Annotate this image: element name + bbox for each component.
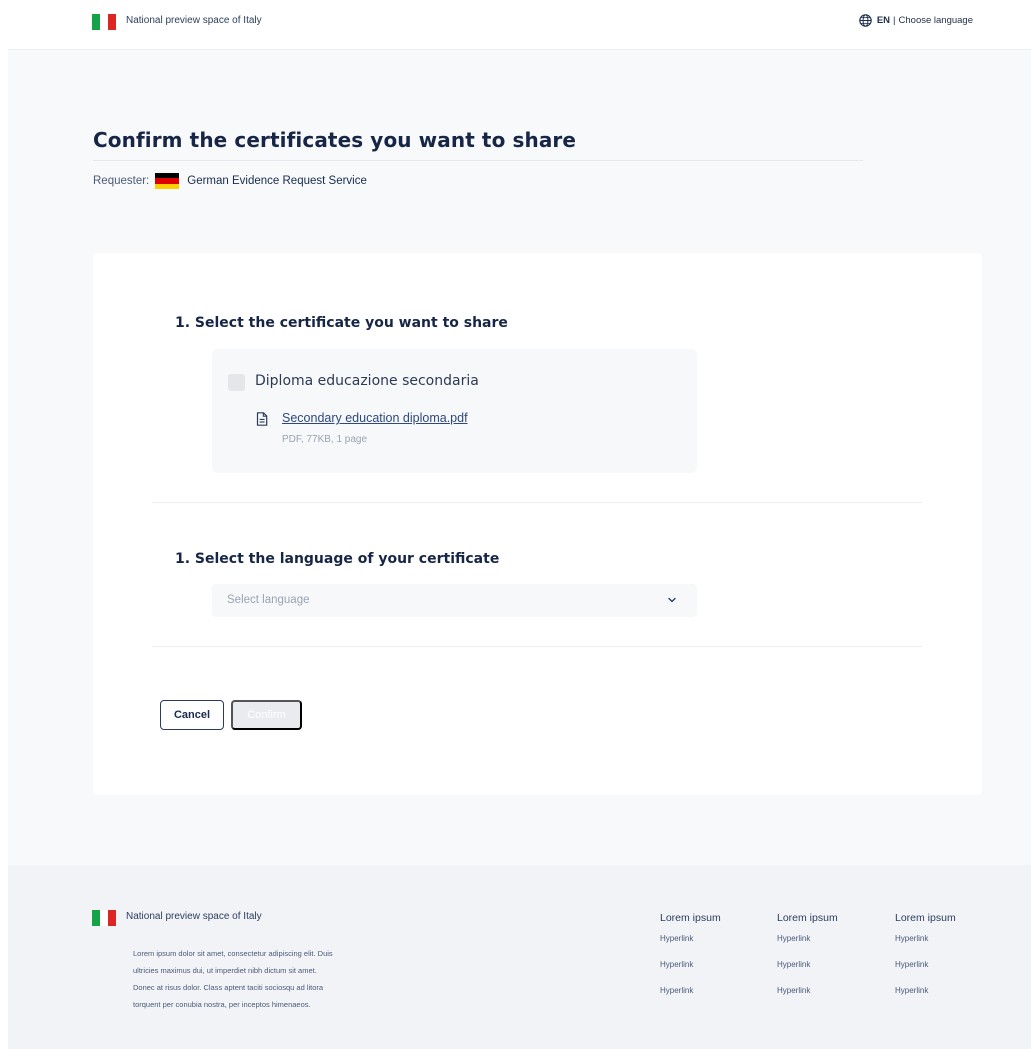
requester-info: Requester: German Evidence Request Servi…: [93, 173, 367, 189]
step1-title: 1. Select the certificate you want to sh…: [175, 315, 508, 331]
footer-link[interactable]: Hyperlink: [660, 960, 721, 986]
language-select-placeholder: Select language: [227, 594, 310, 606]
document-icon: [256, 412, 268, 426]
language-separator: |: [893, 15, 896, 26]
certificate-name: Diploma educazione secondaria: [255, 373, 479, 389]
certificate-file-meta: PDF, 77KB, 1 page: [282, 434, 368, 445]
italy-flag-icon: [92, 910, 116, 926]
footer-link[interactable]: Hyperlink: [660, 986, 721, 1012]
chevron-down-icon: [668, 597, 676, 603]
footer-column: Lorem ipsum Hyperlink Hyperlink Hyperlin…: [777, 912, 838, 1012]
header-site-title[interactable]: National preview space of Italy: [126, 15, 262, 26]
footer-column: Lorem ipsum Hyperlink Hyperlink Hyperlin…: [895, 912, 956, 1012]
certificate-option[interactable]: Diploma educazione secondaria Secondary …: [212, 349, 697, 473]
title-divider: [93, 160, 863, 161]
page: National preview space of Italy EN | Cho…: [8, 0, 1031, 1049]
footer-description: Lorem ipsum dolor sit amet, consectetur …: [133, 949, 333, 1009]
section-divider: [152, 502, 922, 503]
page-title: Confirm the certificates you want to sha…: [93, 128, 577, 152]
requester-name: German Evidence Request Service: [187, 175, 367, 187]
choose-language-label: Choose language: [898, 15, 973, 26]
italy-flag-icon: [92, 14, 116, 30]
certificate-form-card: 1. Select the certificate you want to sh…: [93, 253, 982, 795]
footer-site-title: National preview space of Italy: [126, 911, 262, 922]
footer-column-heading: Lorem ipsum: [777, 912, 838, 924]
footer-column: Lorem ipsum Hyperlink Hyperlink Hyperlin…: [660, 912, 721, 1012]
footer-link[interactable]: Hyperlink: [895, 960, 956, 986]
footer-link[interactable]: Hyperlink: [777, 960, 838, 986]
step2-title: 1. Select the language of your certifica…: [175, 551, 500, 567]
section-divider: [152, 646, 922, 647]
footer-link[interactable]: Hyperlink: [777, 986, 838, 1012]
certificate-file-link[interactable]: Secondary education diploma.pdf: [282, 411, 468, 425]
footer-link[interactable]: Hyperlink: [895, 986, 956, 1012]
language-code: EN: [876, 15, 891, 26]
footer-link[interactable]: Hyperlink: [660, 934, 721, 960]
cancel-button[interactable]: Cancel: [160, 700, 224, 730]
germany-flag-icon: [155, 173, 180, 189]
footer-column-heading: Lorem ipsum: [660, 912, 721, 924]
footer-link[interactable]: Hyperlink: [895, 934, 956, 960]
language-switcher[interactable]: EN | Choose language: [859, 14, 973, 27]
certificate-checkbox[interactable]: [228, 374, 245, 391]
footer-column-heading: Lorem ipsum: [895, 912, 956, 924]
language-select[interactable]: Select language: [212, 584, 697, 617]
confirm-button[interactable]: Confirm: [231, 700, 302, 730]
footer-link[interactable]: Hyperlink: [777, 934, 838, 960]
footer: National preview space of Italy Lorem ip…: [8, 865, 1031, 1049]
globe-icon: [859, 14, 872, 27]
header: National preview space of Italy EN | Cho…: [8, 0, 1031, 50]
requester-label: Requester:: [93, 175, 150, 187]
